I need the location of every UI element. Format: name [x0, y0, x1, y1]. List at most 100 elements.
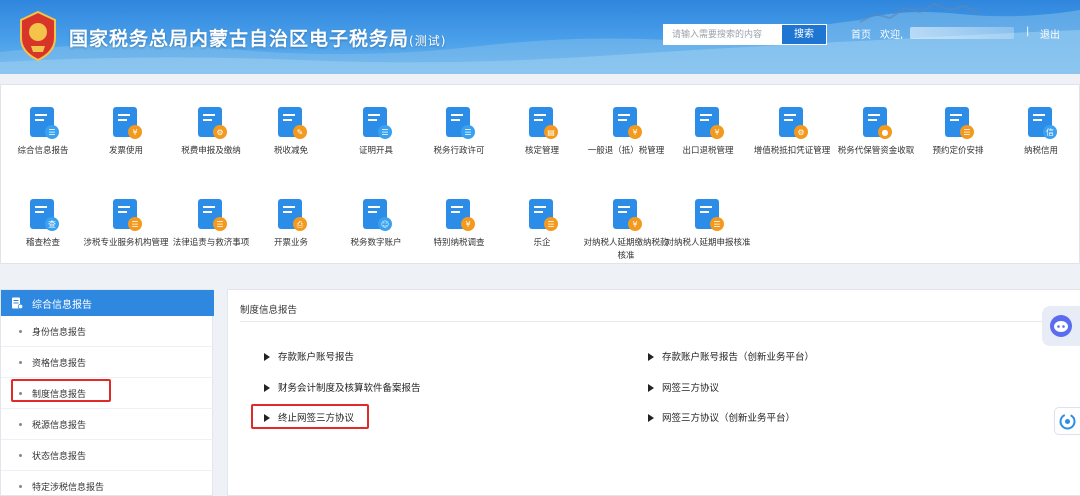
search-button[interactable]: 搜索: [781, 24, 827, 45]
menu-header[interactable]: 综合信息报告: [1, 290, 214, 316]
service-label: 特别纳税调查: [433, 238, 485, 248]
menu-item-tax-source[interactable]: 税源信息报告: [1, 409, 214, 440]
refresh-widget-button[interactable]: [1054, 407, 1080, 435]
svg-text:信: 信: [1046, 127, 1054, 137]
svg-text:✎: ✎: [297, 128, 304, 137]
svg-text:☰: ☰: [713, 220, 720, 229]
tax-refund-icon: ¥: [613, 107, 642, 139]
link-accounting-system[interactable]: 财务会计制度及核算软件备案报告: [264, 380, 421, 394]
service-label: 预约定价安排: [932, 146, 984, 156]
inspection-icon: 查: [30, 199, 59, 231]
page: 国家税务总局内蒙古自治区电子税务局(测试) 搜索 首页 欢迎, | 退出 ☰ 综合…: [0, 0, 1080, 496]
svg-text:⎙: ⎙: [297, 220, 304, 229]
svg-text:¥: ¥: [632, 220, 637, 229]
invoice-icon: ¥: [113, 107, 142, 139]
link-deposit-account-innovation[interactable]: 存款账户账号报告（创新业务平台）: [648, 349, 814, 363]
service-item[interactable]: 信纳税信用: [996, 105, 1080, 158]
service-item[interactable]: ⚙ 税费申报及缴纳: [166, 105, 256, 158]
service-item[interactable]: ¥ 对纳税人延期缴纳税款核准: [581, 197, 671, 263]
welcome-text: 欢迎,: [880, 30, 904, 41]
service-label: 法律追责与救济事项: [172, 238, 250, 248]
pricing-arrangement-icon: ☰: [945, 107, 974, 139]
content-title: 制度信息报告: [240, 305, 298, 316]
service-item[interactable]: ☰ 证明开具: [331, 105, 421, 158]
service-label: 证明开具: [358, 146, 393, 156]
svg-text:☰: ☰: [464, 128, 471, 137]
service-item[interactable]: ☺ 税务数字账户: [331, 197, 421, 250]
svg-text:¥: ¥: [632, 128, 637, 137]
link-deposit-account[interactable]: 存款账户账号报告: [264, 349, 354, 363]
bullet-icon: [19, 485, 22, 488]
triangle-icon: [648, 353, 654, 361]
bullet-icon: [19, 423, 22, 426]
bullet-icon: [19, 330, 22, 333]
svg-text:☰: ☰: [547, 220, 554, 229]
link-label: 存款账户账号报告（创新业务平台）: [662, 352, 815, 363]
svg-text:☰: ☰: [963, 128, 970, 137]
svg-text:☰: ☰: [131, 220, 138, 229]
service-label: 对纳税人延期申报核准: [665, 238, 751, 248]
service-item[interactable]: 查稽查检查: [0, 197, 88, 250]
divider: [240, 321, 1070, 322]
chat-assistant-button[interactable]: [1042, 306, 1080, 346]
service-item[interactable]: ● 税务代保管资金收取: [831, 105, 921, 158]
service-item[interactable]: ¥ 发票使用: [81, 105, 171, 158]
leqi-icon: ☰: [529, 199, 558, 231]
menu-item-status[interactable]: 状态信息报告: [1, 440, 214, 471]
service-item[interactable]: ☰ 对纳税人延期申报核准: [663, 197, 753, 250]
service-label: 综合信息报告: [17, 146, 69, 156]
special-investigation-icon: ¥: [446, 199, 475, 231]
service-label: 涉税专业服务机构管理: [83, 238, 169, 248]
service-item[interactable]: ☰ 综合信息报告: [0, 105, 88, 158]
service-item[interactable]: ¥ 一般退（抵）税管理: [581, 105, 671, 158]
menu-item-specific[interactable]: 特定涉税信息报告: [1, 471, 214, 496]
service-item[interactable]: ☰ 涉税专业服务机构管理: [81, 197, 171, 250]
service-item[interactable]: ☰ 预约定价安排: [913, 105, 1003, 158]
menu-item-system[interactable]: 制度信息报告: [1, 378, 214, 409]
service-item[interactable]: ✎ 税收减免: [246, 105, 336, 158]
service-label: 税务行政许可: [433, 146, 485, 156]
menu-item-label: 制度信息报告: [32, 390, 87, 400]
svg-text:☰: ☰: [216, 220, 223, 229]
service-item[interactable]: ☰ 乐企: [497, 197, 587, 250]
chat-robot-icon: [1050, 315, 1072, 337]
service-label: 核定管理: [524, 146, 559, 156]
service-label: 税费申报及缴纳: [181, 146, 241, 156]
service-item[interactable]: ▤ 核定管理: [497, 105, 587, 158]
site-title: 国家税务总局内蒙古自治区电子税务局(测试): [69, 24, 446, 51]
service-item[interactable]: ⎙ 开票业务: [246, 197, 336, 250]
credit-icon: 信: [1028, 107, 1057, 139]
link-tripartite[interactable]: 网签三方协议: [648, 380, 719, 394]
logout-link[interactable]: 退出: [1040, 26, 1060, 41]
link-tripartite-innovation[interactable]: 网签三方协议（创新业务平台）: [648, 410, 795, 424]
service-item[interactable]: ¥ 特别纳税调查: [414, 197, 504, 250]
menu-item-label: 特定涉税信息报告: [32, 483, 105, 493]
service-item[interactable]: ⚙ 增值税抵扣凭证管理: [747, 105, 837, 158]
tax-payment-icon: ⚙: [198, 107, 227, 139]
search-input[interactable]: [663, 24, 781, 45]
service-label: 增值税抵扣凭证管理: [753, 146, 831, 156]
triangle-icon: [648, 414, 654, 422]
deferred-payment-icon: ¥: [613, 199, 642, 231]
svg-text:●: ●: [882, 128, 889, 137]
link-label: 终止网签三方协议: [278, 413, 355, 424]
service-label: 税务代保管资金收取: [837, 146, 915, 156]
service-label: 开票业务: [273, 238, 308, 248]
service-label: 税收减免: [273, 146, 308, 156]
svg-text:☰: ☰: [48, 128, 55, 137]
service-item[interactable]: ¥ 出口退税管理: [663, 105, 753, 158]
tax-reduction-icon: ✎: [278, 107, 307, 139]
link-terminate-tripartite[interactable]: 终止网签三方协议: [264, 410, 354, 424]
svg-text:☰: ☰: [381, 128, 388, 137]
home-link[interactable]: 首页: [851, 26, 871, 41]
triangle-icon: [648, 384, 654, 392]
service-item[interactable]: ☰ 税务行政许可: [414, 105, 504, 158]
bullet-icon: [19, 361, 22, 364]
triangle-icon: [264, 414, 270, 422]
service-item[interactable]: ☰ 法律追责与救济事项: [166, 197, 256, 250]
site-title-text: 国家税务总局内蒙古自治区电子税务局: [69, 28, 410, 50]
menu-item-identity[interactable]: 身份信息报告: [1, 316, 214, 347]
svg-text:⚙: ⚙: [797, 128, 804, 137]
menu-item-qualification[interactable]: 资格信息报告: [1, 347, 214, 378]
service-label: 一般退（抵）税管理: [587, 146, 665, 156]
